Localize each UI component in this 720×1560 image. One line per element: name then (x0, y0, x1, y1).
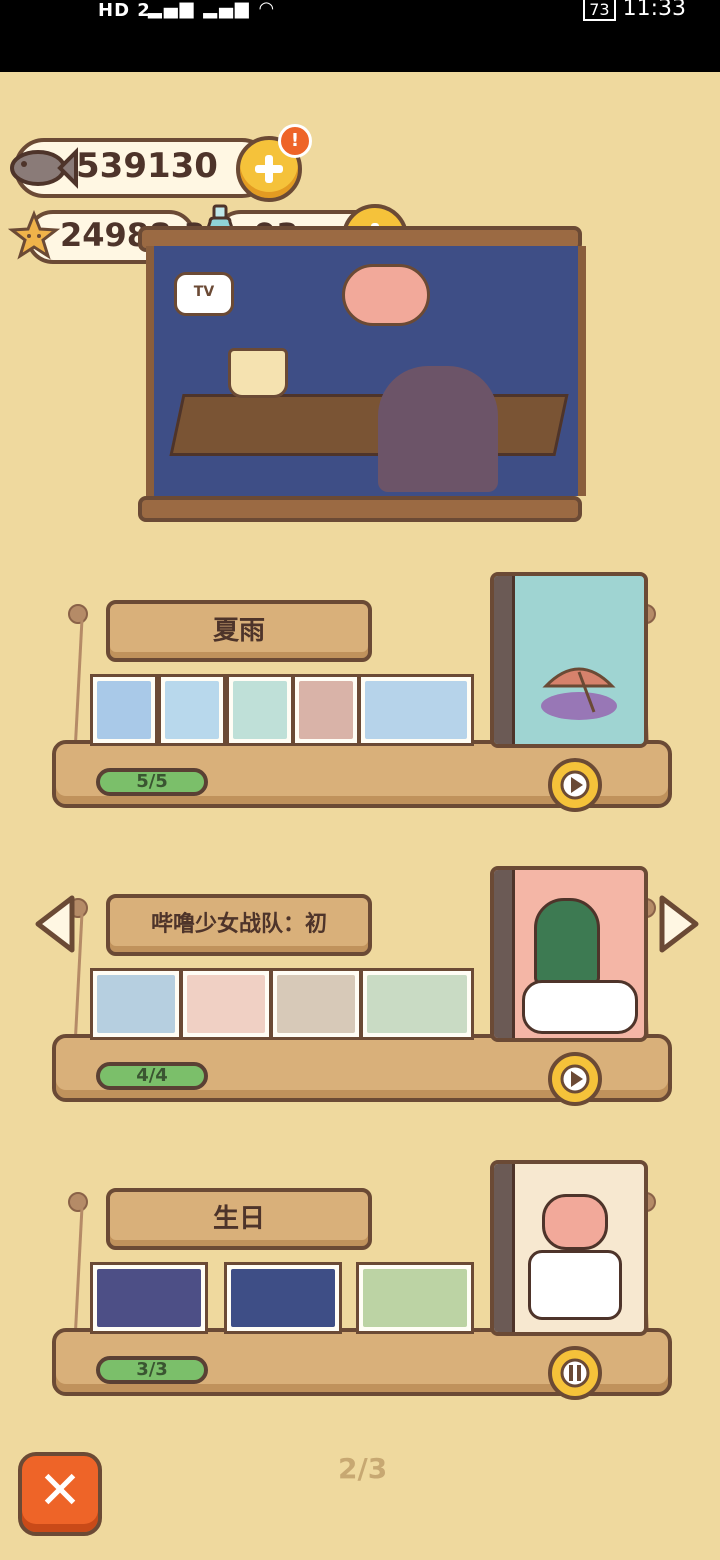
tv-badge: TV (174, 272, 234, 316)
photo-thumb[interactable] (356, 1262, 474, 1334)
photo-thumb[interactable] (360, 968, 474, 1040)
status-bar: HD 2 ▂▄▆ ▂▄▆ ◠ 73 11:33 (0, 0, 720, 72)
photo-strip[interactable] (90, 968, 474, 1040)
album-progress: 4/4 (96, 1062, 208, 1090)
fish-count: 539130 (76, 146, 218, 186)
play-button[interactable] (548, 758, 602, 812)
play-icon (560, 770, 590, 800)
photo-thumb[interactable] (158, 674, 226, 746)
hd-indicator: HD 2 (98, 0, 151, 21)
close-icon: ✕ (38, 1461, 82, 1521)
photo-strip[interactable] (90, 674, 474, 746)
photo-thumb[interactable] (90, 1262, 208, 1334)
battery-indicator: 73 (583, 0, 616, 21)
pause-button[interactable] (548, 1346, 602, 1400)
photo-thumb[interactable] (226, 674, 294, 746)
photo-strip[interactable] (90, 1262, 474, 1334)
photo-thumb[interactable] (292, 674, 360, 746)
fish-icon (10, 147, 78, 189)
album-progress: 5/5 (96, 768, 208, 796)
pause-icon (560, 1358, 590, 1388)
play-icon (560, 1064, 590, 1094)
status-right: 73 11:33 (583, 0, 686, 21)
photo-thumb[interactable] (90, 674, 158, 746)
notification-badge: ! (278, 124, 312, 158)
album-cover[interactable] (490, 572, 648, 748)
album-row-birthday: 生日 3/3 (0, 1148, 720, 1408)
chevron-left-icon[interactable] (32, 894, 80, 954)
play-button[interactable] (548, 1052, 602, 1106)
character-silhouette (378, 366, 498, 492)
signal-icon: ▂▄▆ ▂▄▆ ◠ (148, 0, 277, 19)
close-button[interactable]: ✕ (18, 1452, 102, 1536)
lamp (228, 348, 288, 398)
star-icon (8, 210, 60, 260)
chevron-right-icon[interactable] (654, 894, 702, 954)
photo-thumb[interactable] (180, 968, 272, 1040)
umbrella-icon (541, 667, 617, 720)
album-cover[interactable] (490, 1160, 648, 1336)
page-indicator: 2/3 (338, 1452, 388, 1485)
album-row-summer-rain: 夏雨 5/5 (0, 560, 720, 820)
pig-lantern (342, 264, 430, 326)
clock: 11:33 (622, 0, 686, 21)
album-cover[interactable] (490, 866, 648, 1042)
photo-thumb[interactable] (90, 968, 182, 1040)
album-title: 哔噜少女战队：初 (106, 894, 372, 956)
tv-preview: TV (138, 226, 586, 522)
photo-thumb[interactable] (270, 968, 362, 1040)
album-progress: 3/3 (96, 1356, 208, 1384)
album-title: 生日 (106, 1188, 372, 1250)
photo-thumb[interactable] (224, 1262, 342, 1334)
album-row-bilu-squad: 哔噜少女战队：初 4/4 (0, 854, 720, 1114)
album-title: 夏雨 (106, 600, 372, 662)
tv-table (169, 394, 569, 456)
photo-thumb[interactable] (358, 674, 474, 746)
